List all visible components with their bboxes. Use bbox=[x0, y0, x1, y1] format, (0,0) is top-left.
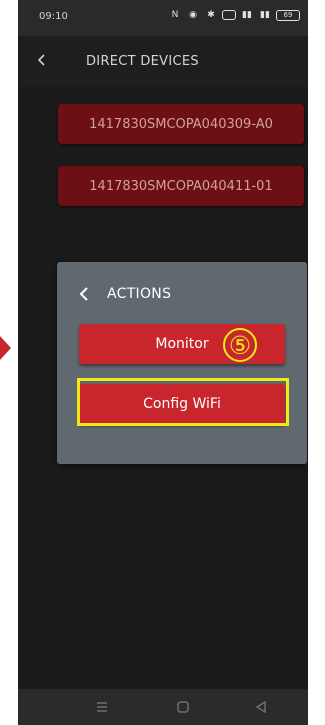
signal-2-icon: ▮▮ bbox=[260, 10, 270, 20]
chevron-left-icon bbox=[79, 287, 88, 301]
battery-level: 69 bbox=[283, 11, 293, 19]
status-time: 09:10 bbox=[39, 11, 68, 22]
monitor-label: Monitor bbox=[155, 336, 209, 352]
bluetooth-icon: ✱ bbox=[207, 10, 215, 20]
red-pointer-arrow bbox=[0, 336, 11, 360]
back-button[interactable] bbox=[32, 50, 52, 70]
back-triangle-icon[interactable] bbox=[253, 699, 269, 715]
device-item[interactable]: 1417830SMCOPA040411-01 bbox=[58, 166, 304, 206]
phone-screen: 09:10 N ◉ ✱ ▮▮ ▮▮ 69 DIRECT DEVICES 1417… bbox=[18, 0, 308, 725]
signal-icon: ▮▮ bbox=[242, 10, 252, 20]
app-header: DIRECT DEVICES bbox=[18, 36, 308, 86]
status-bar: 09:10 N ◉ ✱ ▮▮ ▮▮ 69 bbox=[18, 0, 308, 36]
alarm-icon: ◉ bbox=[189, 10, 197, 20]
home-icon[interactable] bbox=[175, 699, 191, 715]
menu-icon[interactable] bbox=[94, 699, 110, 715]
page-title: DIRECT DEVICES bbox=[86, 54, 199, 69]
dialog-back-button[interactable] bbox=[75, 284, 93, 304]
config-wifi-label: Config WiFi bbox=[143, 396, 221, 412]
device-id: 1417830SMCOPA040309-A0 bbox=[89, 116, 273, 132]
actions-dialog: ACTIONS Monitor Config WiFi ⑤ bbox=[57, 262, 307, 464]
dialog-title: ACTIONS bbox=[107, 286, 172, 302]
device-item[interactable]: 1417830SMCOPA040309-A0 bbox=[58, 104, 304, 144]
system-nav-bar bbox=[18, 689, 308, 725]
hd-icon bbox=[222, 10, 236, 20]
device-id: 1417830SMCOPA040411-01 bbox=[89, 178, 273, 194]
chevron-left-icon bbox=[37, 54, 45, 66]
config-wifi-button[interactable]: Config WiFi bbox=[79, 384, 285, 424]
battery-icon: 69 bbox=[276, 9, 300, 21]
step-number-badge: ⑤ bbox=[223, 328, 257, 362]
status-icons: N ◉ ✱ ▮▮ ▮▮ 69 bbox=[168, 9, 300, 21]
nfc-icon: N bbox=[171, 10, 179, 20]
